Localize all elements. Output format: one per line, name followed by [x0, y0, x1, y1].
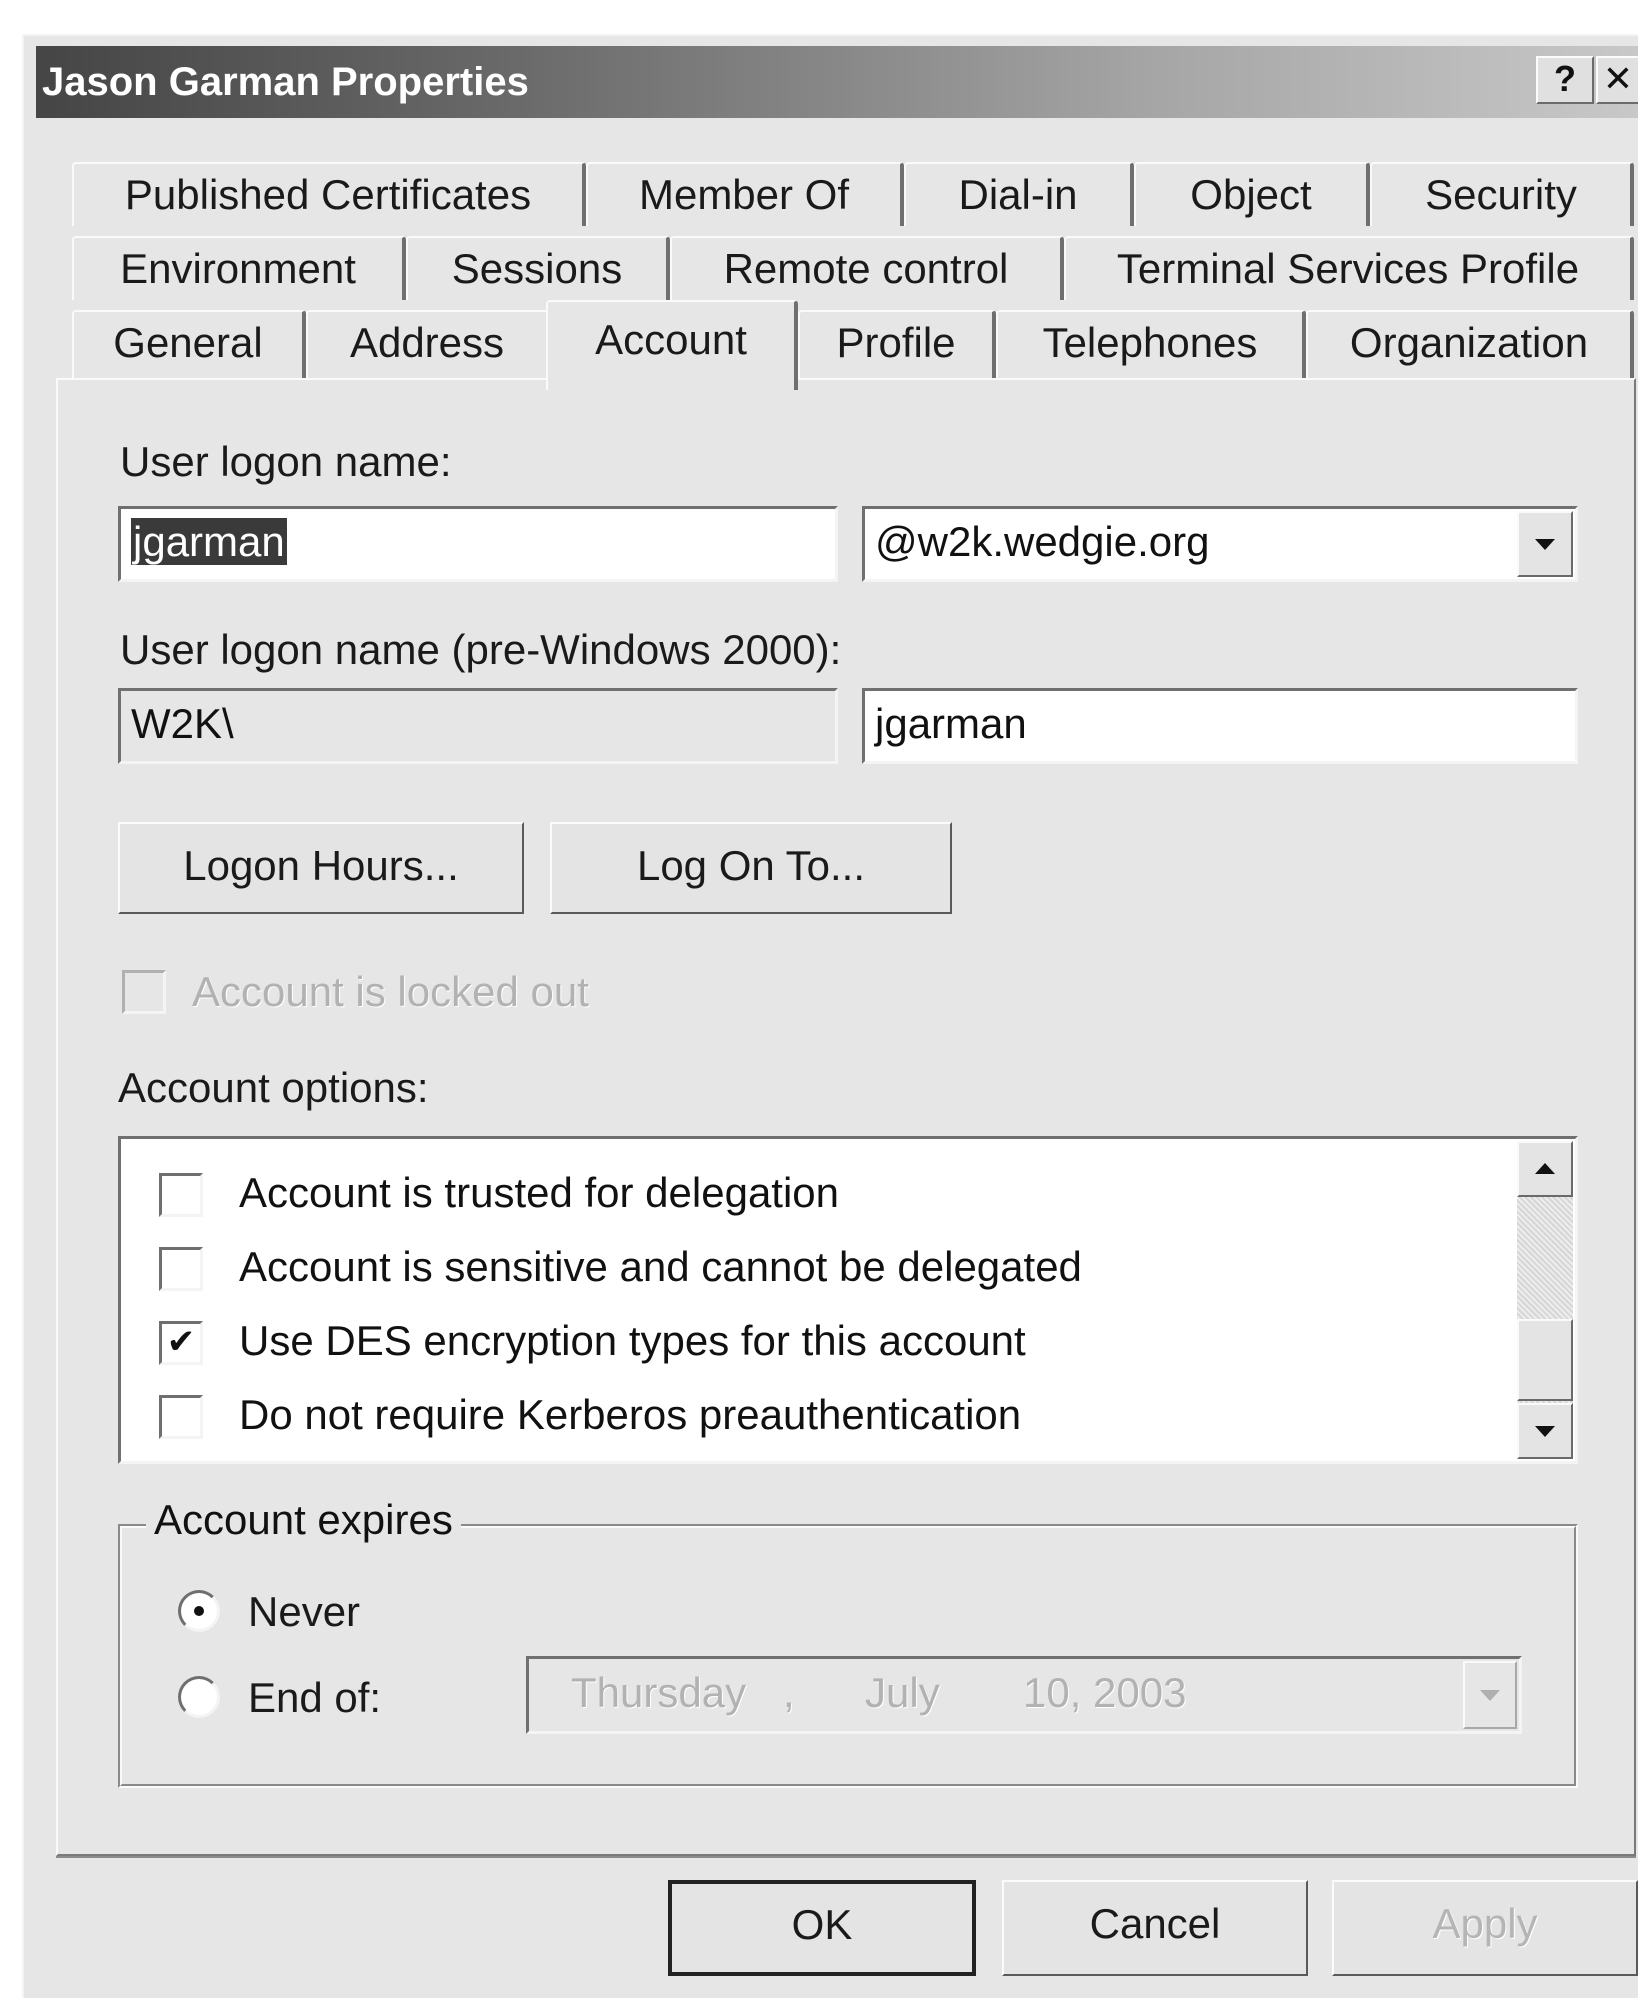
option-checkbox[interactable] [159, 1247, 203, 1291]
tab-sessions[interactable]: Sessions [406, 236, 670, 300]
tab-environment[interactable]: Environment [72, 236, 406, 300]
tab-remote-control[interactable]: Remote control [670, 236, 1064, 300]
domain-select[interactable]: @w2k.wedgie.org [862, 506, 1578, 582]
cancel-button[interactable]: Cancel [1002, 1880, 1308, 1976]
window-title: Jason Garman Properties [42, 60, 529, 104]
pre2000-domain-field: W2K\ [118, 688, 838, 764]
option-label: Do not require Kerberos preauthenticatio… [239, 1391, 1022, 1438]
date-separator: , [783, 1669, 795, 1716]
scroll-thumb[interactable] [1517, 1319, 1573, 1401]
pre2000-label: User logon name (pre-Windows 2000): [120, 626, 842, 673]
tab-organization[interactable]: Organization [1306, 310, 1634, 380]
tab-object[interactable]: Object [1134, 162, 1370, 226]
tab-published-certificates[interactable]: Published Certificates [72, 162, 586, 226]
option-checkbox[interactable] [159, 1173, 203, 1217]
chevron-up-icon [1535, 1163, 1555, 1174]
option-label: Account is trusted for delegation [239, 1169, 840, 1216]
account-expires-legend: Account expires [146, 1496, 461, 1544]
help-button[interactable]: ? [1536, 56, 1594, 104]
tab-profile[interactable]: Profile [798, 310, 996, 380]
option-checkbox[interactable]: ✔ [159, 1321, 203, 1365]
tab-account[interactable]: Account [546, 300, 798, 390]
tab-telephones[interactable]: Telephones [996, 310, 1306, 380]
options-scrollbar[interactable] [1517, 1141, 1573, 1459]
date-month: July [865, 1669, 940, 1716]
tab-terminal-services-profile[interactable]: Terminal Services Profile [1064, 236, 1634, 300]
footer-separator [56, 1856, 1636, 1858]
locked-out-label: Account is locked out [192, 968, 589, 1015]
radio-dot [194, 1606, 204, 1616]
logon-hours-button[interactable]: Logon Hours... [118, 822, 524, 914]
tab-member-of[interactable]: Member Of [586, 162, 904, 226]
never-radio[interactable] [178, 1590, 220, 1632]
tab-general[interactable]: General [72, 310, 306, 380]
end-of-label: End of: [248, 1674, 382, 1721]
date-day: Thursday [571, 1669, 747, 1716]
log-on-to-button[interactable]: Log On To... [550, 822, 952, 914]
title-bar[interactable]: Jason Garman Properties ? ✕ [36, 46, 1638, 118]
pre2000-user-input[interactable]: jgarman [862, 688, 1578, 764]
account-options-label: Account options: [118, 1064, 429, 1111]
ok-button[interactable]: OK [668, 1880, 976, 1976]
tab-security[interactable]: Security [1370, 162, 1634, 226]
option-label: Use DES encryption types for this accoun… [239, 1317, 1026, 1364]
close-button[interactable]: ✕ [1596, 56, 1638, 104]
scroll-up-button[interactable] [1517, 1141, 1573, 1197]
account-options-list[interactable]: Account is trusted for delegation Accoun… [118, 1136, 1578, 1464]
tab-dial-in[interactable]: Dial-in [904, 162, 1134, 226]
end-of-radio[interactable] [178, 1676, 220, 1718]
chevron-down-icon [1535, 539, 1555, 550]
tab-address[interactable]: Address [306, 310, 550, 380]
chevron-down-icon [1480, 1690, 1500, 1701]
logon-name-input[interactable]: jgarman [118, 506, 838, 582]
option-label: Account is sensitive and cannot be deleg… [239, 1243, 1082, 1290]
option-checkbox[interactable] [159, 1395, 203, 1439]
logon-name-label: User logon name: [120, 438, 452, 485]
date-dropdown-button[interactable] [1463, 1661, 1517, 1729]
expiry-date-picker[interactable]: Thursday , July 10, 2003 [526, 1656, 1522, 1734]
domain-dropdown-button[interactable] [1517, 511, 1573, 577]
domain-value: @w2k.wedgie.org [875, 518, 1210, 565]
scroll-down-button[interactable] [1517, 1403, 1573, 1459]
never-label: Never [248, 1588, 361, 1635]
chevron-down-icon [1535, 1426, 1555, 1437]
logon-name-value: jgarman [131, 518, 287, 565]
locked-out-checkbox[interactable] [122, 970, 166, 1014]
checkmark-icon: ✔ [166, 1323, 196, 1361]
apply-button[interactable]: Apply [1332, 1880, 1638, 1976]
date-rest: 10, 2003 [1023, 1669, 1187, 1716]
